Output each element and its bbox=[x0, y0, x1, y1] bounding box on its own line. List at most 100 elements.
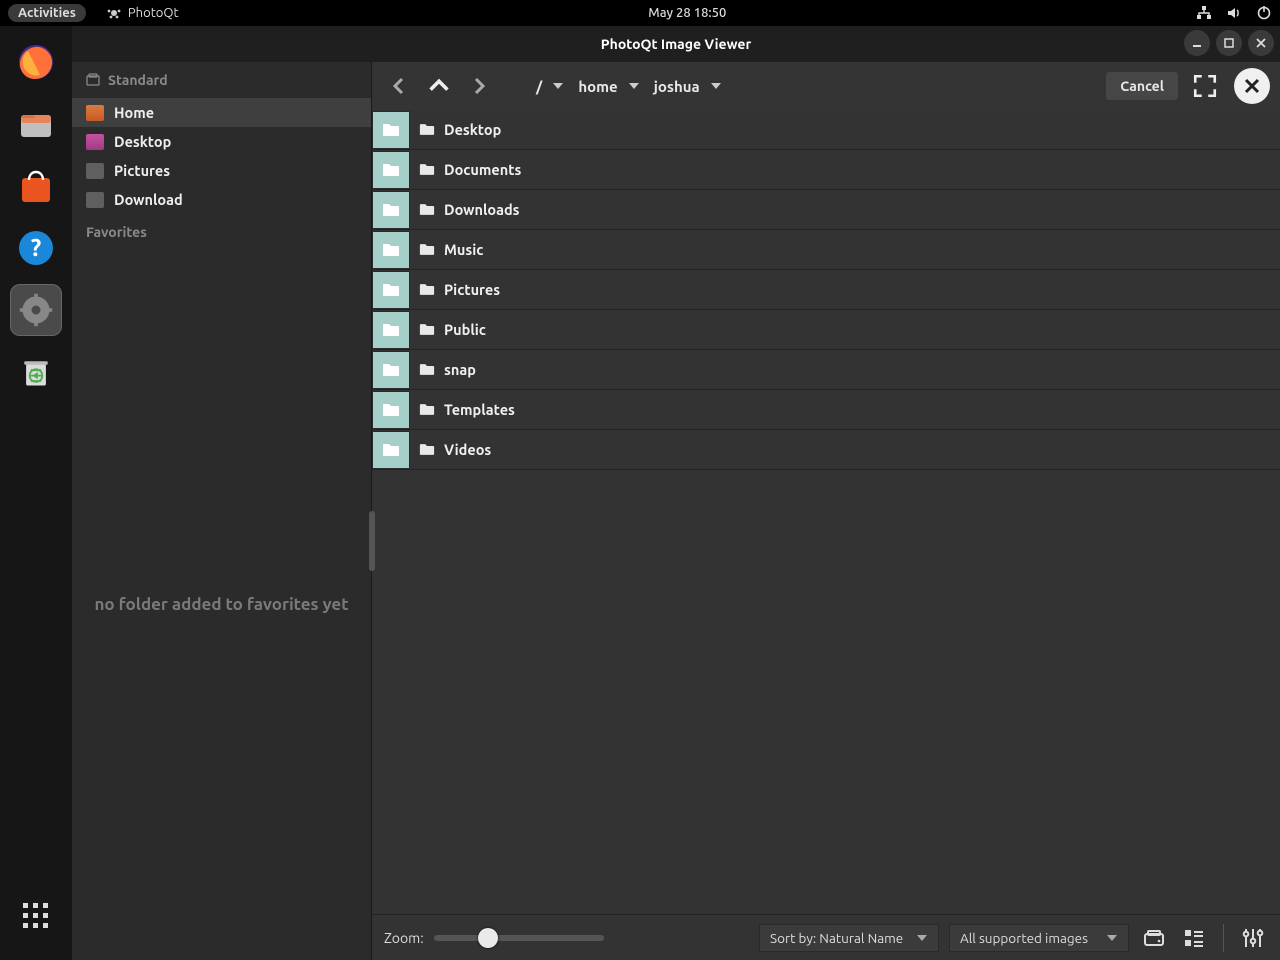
sidebar-item-pictures[interactable]: Pictures bbox=[72, 156, 371, 185]
sidebar-resize-handle[interactable] bbox=[369, 511, 375, 571]
file-name: Templates bbox=[444, 401, 515, 418]
drive-icon bbox=[1142, 926, 1166, 950]
file-type-icon bbox=[416, 243, 438, 256]
zoom-label: Zoom: bbox=[384, 930, 424, 946]
folder-icon bbox=[382, 403, 400, 417]
help-icon: ? bbox=[16, 228, 56, 268]
nav-forward-button[interactable] bbox=[462, 69, 496, 103]
home-folder-icon bbox=[86, 105, 104, 121]
dock-files[interactable] bbox=[10, 98, 62, 150]
window-close-button[interactable] bbox=[1248, 30, 1274, 56]
topbar-app-menu[interactable]: PhotoQt bbox=[106, 5, 179, 21]
window-title: PhotoQt Image Viewer bbox=[601, 36, 751, 52]
svg-text:?: ? bbox=[31, 234, 42, 261]
file-row[interactable]: Desktop bbox=[372, 110, 1280, 150]
file-name: snap bbox=[444, 361, 476, 378]
chevron-down-icon bbox=[710, 80, 722, 92]
file-name: Videos bbox=[444, 441, 491, 458]
folder-icon bbox=[382, 323, 400, 337]
file-row[interactable]: Videos bbox=[372, 430, 1280, 470]
file-thumbnail bbox=[372, 351, 410, 389]
file-list[interactable]: Desktop Documents Downloads Music Pictur… bbox=[372, 110, 1280, 914]
zoom-slider[interactable] bbox=[434, 935, 604, 941]
view-mode-button[interactable] bbox=[1179, 923, 1209, 953]
dock-settings[interactable] bbox=[10, 284, 62, 336]
file-row[interactable]: Pictures bbox=[372, 270, 1280, 310]
dock-software[interactable] bbox=[10, 160, 62, 212]
sidebar-item-label: Home bbox=[114, 104, 154, 121]
cancel-button[interactable]: Cancel bbox=[1106, 72, 1178, 100]
zoom-slider-knob[interactable] bbox=[478, 928, 498, 948]
file-type-icon bbox=[416, 363, 438, 376]
file-row[interactable]: Documents bbox=[372, 150, 1280, 190]
folder-icon bbox=[419, 363, 435, 376]
breadcrumb-label: / bbox=[536, 78, 542, 95]
pictures-folder-icon bbox=[86, 163, 104, 179]
sidebar-item-download[interactable]: Download bbox=[72, 185, 371, 214]
fullscreen-button[interactable] bbox=[1190, 71, 1220, 101]
sort-dropdown-label: Sort by: Natural Name bbox=[770, 930, 903, 946]
activities-button[interactable]: Activities bbox=[8, 4, 86, 22]
window-minimize-button[interactable] bbox=[1184, 30, 1210, 56]
folder-icon bbox=[419, 203, 435, 216]
sidebar-item-label: Download bbox=[114, 191, 183, 208]
breadcrumb-home[interactable]: home bbox=[578, 78, 639, 95]
file-type-icon bbox=[416, 203, 438, 216]
dialog-close-button[interactable] bbox=[1234, 68, 1270, 104]
breadcrumb-root[interactable]: / bbox=[536, 78, 564, 95]
folder-icon bbox=[419, 323, 435, 336]
settings-sliders-button[interactable] bbox=[1238, 923, 1268, 953]
file-name: Documents bbox=[444, 161, 521, 178]
dock-show-apps[interactable] bbox=[10, 890, 62, 942]
file-thumbnail bbox=[372, 111, 410, 149]
file-row[interactable]: Music bbox=[372, 230, 1280, 270]
folder-icon bbox=[419, 123, 435, 136]
file-toolbar: / home joshua Cancel bbox=[372, 62, 1280, 110]
firefox-icon bbox=[16, 42, 56, 82]
file-type-icon bbox=[416, 283, 438, 296]
bottom-bar: Zoom: Sort by: Natural Name All supporte… bbox=[372, 914, 1280, 960]
breadcrumb-user[interactable]: joshua bbox=[654, 78, 722, 95]
dock-trash[interactable] bbox=[10, 346, 62, 398]
breadcrumb-label: home bbox=[578, 78, 617, 95]
breadcrumb: / home joshua bbox=[536, 78, 722, 95]
volume-icon[interactable] bbox=[1226, 5, 1242, 21]
dock-help[interactable]: ? bbox=[10, 222, 62, 274]
sliders-icon bbox=[1241, 926, 1265, 950]
window-maximize-button[interactable] bbox=[1216, 30, 1242, 56]
topbar-tray bbox=[1196, 5, 1272, 21]
storage-devices-button[interactable] bbox=[1139, 923, 1169, 953]
power-icon[interactable] bbox=[1256, 5, 1272, 21]
list-view-icon bbox=[1182, 926, 1206, 950]
photoqt-app-icon bbox=[106, 5, 122, 21]
file-type-icon bbox=[416, 323, 438, 336]
file-row[interactable]: Templates bbox=[372, 390, 1280, 430]
file-thumbnail bbox=[372, 391, 410, 429]
file-name: Desktop bbox=[444, 121, 501, 138]
nav-back-button[interactable] bbox=[382, 69, 416, 103]
file-row[interactable]: Public bbox=[372, 310, 1280, 350]
file-name: Pictures bbox=[444, 281, 500, 298]
sort-dropdown[interactable]: Sort by: Natural Name bbox=[759, 924, 939, 952]
sidebar-item-home[interactable]: Home bbox=[72, 98, 371, 127]
standard-section-icon bbox=[86, 73, 100, 87]
file-row[interactable]: snap bbox=[372, 350, 1280, 390]
dock-firefox[interactable] bbox=[10, 36, 62, 88]
file-name: Music bbox=[444, 241, 483, 258]
file-row[interactable]: Downloads bbox=[372, 190, 1280, 230]
topbar-datetime[interactable]: May 28 18:50 bbox=[179, 6, 1196, 20]
files-icon bbox=[16, 104, 56, 144]
file-type-icon bbox=[416, 123, 438, 136]
filter-dropdown[interactable]: All supported images bbox=[949, 924, 1129, 952]
breadcrumb-label: joshua bbox=[654, 78, 700, 95]
shopping-bag-icon bbox=[16, 166, 56, 206]
folder-icon bbox=[382, 123, 400, 137]
sidebar-section-standard-label: Standard bbox=[108, 72, 168, 88]
network-icon[interactable] bbox=[1196, 5, 1212, 21]
sidebar-section-standard[interactable]: Standard bbox=[72, 62, 371, 98]
sidebar-item-desktop[interactable]: Desktop bbox=[72, 127, 371, 156]
sidebar-section-favorites[interactable]: Favorites bbox=[72, 214, 371, 250]
folder-icon bbox=[382, 443, 400, 457]
trash-icon bbox=[18, 354, 54, 390]
nav-up-button[interactable] bbox=[422, 69, 456, 103]
